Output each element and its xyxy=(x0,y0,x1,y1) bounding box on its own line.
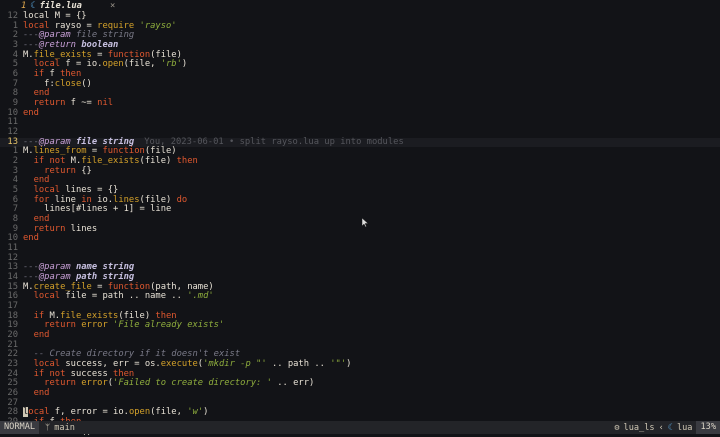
code-text: end xyxy=(23,388,50,399)
code-line[interactable]: 9 return f ~= nil xyxy=(0,98,720,109)
lua-file-icon: ☾ xyxy=(30,1,36,11)
code-line[interactable]: 19 return error 'File already exists' xyxy=(0,321,720,331)
code-line[interactable]: 6 if f then xyxy=(0,69,720,80)
code-line[interactable]: 25 return error('Failed to create direct… xyxy=(0,379,720,389)
code-line[interactable]: 11 xyxy=(0,118,720,128)
mode-indicator: NORMAL xyxy=(0,421,40,434)
code-text: end xyxy=(23,330,50,341)
tabline: 1 ☾ file.lua × xyxy=(0,0,720,12)
code-line[interactable]: 11 xyxy=(0,243,720,254)
code-line[interactable]: 20 end xyxy=(0,330,720,341)
code-text: return error 'File already exists' xyxy=(23,320,225,331)
close-icon[interactable]: × xyxy=(110,1,115,11)
code-text: return error('Failed to create directory… xyxy=(23,378,315,389)
lsp-name: lua_ls xyxy=(623,422,655,433)
code-line[interactable]: 7 lines[#lines + 1] = line xyxy=(0,205,720,215)
tab-number: 1 xyxy=(21,1,27,11)
mouse-cursor-icon xyxy=(362,218,368,227)
separator-chevron-icon: ‹ xyxy=(658,422,664,433)
code-editor[interactable]: 12 local M = {} 1 local rayso = require 'ra… xyxy=(0,11,720,437)
code-line[interactable]: 26 end xyxy=(0,388,720,399)
code-line[interactable]: 10 end xyxy=(0,107,720,119)
statusline: NORMAL ᛘ main ⚙ lua_ls ‹ ☾ lua 13% xyxy=(0,421,720,434)
code-line[interactable]: 2 if not M.file_exists(file) then xyxy=(0,156,720,167)
code-line[interactable]: 16 local file = path .. name .. '.md' xyxy=(0,292,720,302)
code-line[interactable]: 28 local f, error = io.open(file, 'w') xyxy=(0,407,720,418)
code-text: end xyxy=(23,233,39,244)
tab-filename: file.lua xyxy=(39,1,82,11)
lua-file-icon: ☾ xyxy=(667,422,673,433)
branch-name: main xyxy=(54,422,75,433)
code-line[interactable]: 3 return {} xyxy=(0,166,720,177)
code-line[interactable]: 10 end xyxy=(0,234,720,244)
code-line[interactable]: 5 local f = io.open(file, 'rb') xyxy=(0,60,720,70)
code-line[interactable]: 8 end xyxy=(0,214,720,225)
code-line[interactable]: 9 return lines xyxy=(0,224,720,235)
gear-icon: ⚙ xyxy=(614,422,620,433)
git-blame-annotation: You, 2023-06-01 • split rayso.lua up int… xyxy=(144,136,404,147)
scroll-percent: 13% xyxy=(696,421,720,434)
code-text: end xyxy=(23,107,39,118)
code-line[interactable]: 7 f:close() xyxy=(0,79,720,90)
git-branch-icon: ᛘ xyxy=(45,422,51,433)
filetype-label: lua xyxy=(676,422,693,433)
code-text: local file = path .. name .. '.md' xyxy=(23,291,214,302)
